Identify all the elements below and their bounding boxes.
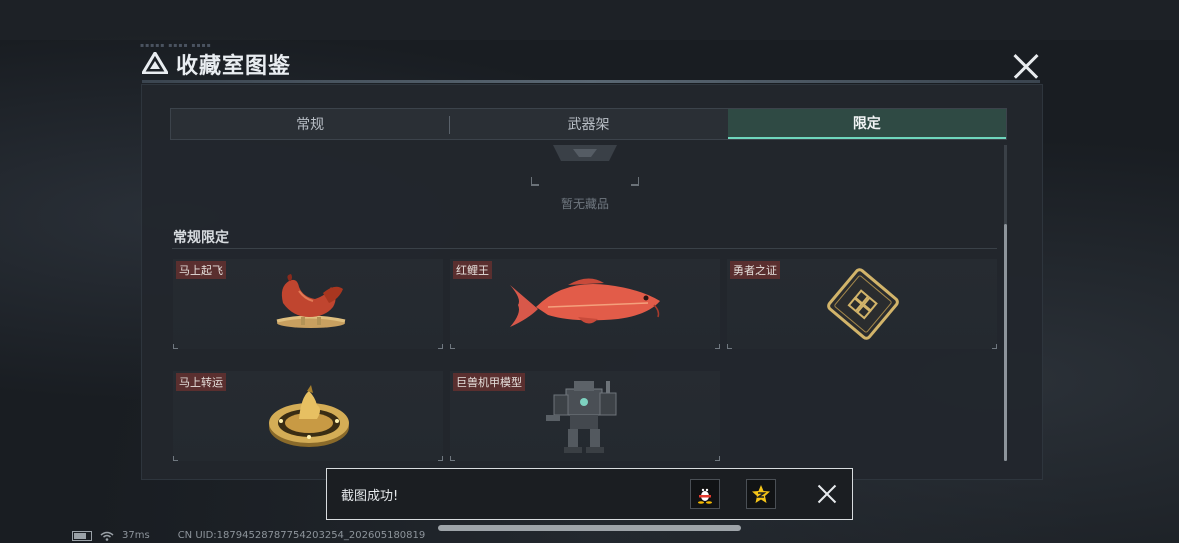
scrollbar-thumb[interactable] [1004,224,1007,461]
tab-weapon-rack[interactable]: 武器架 [449,109,727,139]
card-label: 巨兽机甲模型 [453,373,525,391]
card-corner [992,344,997,349]
share-qzone-button[interactable] [746,479,776,509]
battery-icon [72,530,92,541]
card-corner [438,456,443,461]
collection-card[interactable]: 红鲤王 [450,259,720,349]
red-carp-icon [510,278,660,327]
uid-text: CN UID:18794528787754203254_202605180819 [177,530,426,541]
tab-limited[interactable]: 限定 [727,109,1006,139]
section-title: 常规限定 [173,230,229,246]
header: ▪▪▪▪▪ ▪▪▪▪ ▪▪▪▪ 收藏室图鉴 [140,42,1040,82]
background-band [0,0,1179,40]
card-label: 勇者之证 [730,261,780,279]
wifi-icon [100,531,114,541]
tab-bar: 常规 武器架 限定 [170,108,1007,140]
card-corner [438,344,443,349]
close-button[interactable] [1012,52,1040,80]
collection-card[interactable]: 马上转运 [173,371,443,461]
empty-state-text: 暂无藏品 [560,197,610,211]
card-corner [173,456,178,461]
section-divider [172,248,997,249]
card-label: 马上转运 [176,373,226,391]
toast-message: 截图成功! [341,489,399,504]
ping-text: 37ms [122,530,150,541]
toast-close-button[interactable] [817,484,837,504]
card-corner [715,456,720,461]
collection-card[interactable]: 巨兽机甲模型 [450,371,720,461]
card-corner [727,344,732,349]
collection-card[interactable]: 勇者之证 [727,259,997,349]
card-corner [450,344,455,349]
home-indicator[interactable] [438,525,741,531]
card-corner [450,456,455,461]
card-label: 红鲤王 [453,261,492,279]
card-corner [715,344,720,349]
horse-statue-icon [276,274,346,328]
card-label: 马上起飞 [176,261,226,279]
page-title: 收藏室图鉴 [176,54,292,79]
header-divider [142,80,1040,83]
golden-disc-icon [269,385,349,447]
tab-regular[interactable]: 常规 [171,109,449,139]
empty-box-icon [531,145,639,186]
qq-penguin-icon [698,486,712,504]
golden-card-icon [827,268,899,340]
share-qq-button[interactable] [690,479,720,509]
card-corner [173,344,178,349]
mech-model-icon [546,381,617,453]
collection-card[interactable]: 马上起飞 [173,259,443,349]
qzone-star-icon [752,485,770,503]
status-bar: 37ms CN UID:18794528787754203254_2026051… [72,530,425,541]
screenshot-toast: 截图成功! [326,468,853,520]
triangle-logo-icon [142,52,168,74]
